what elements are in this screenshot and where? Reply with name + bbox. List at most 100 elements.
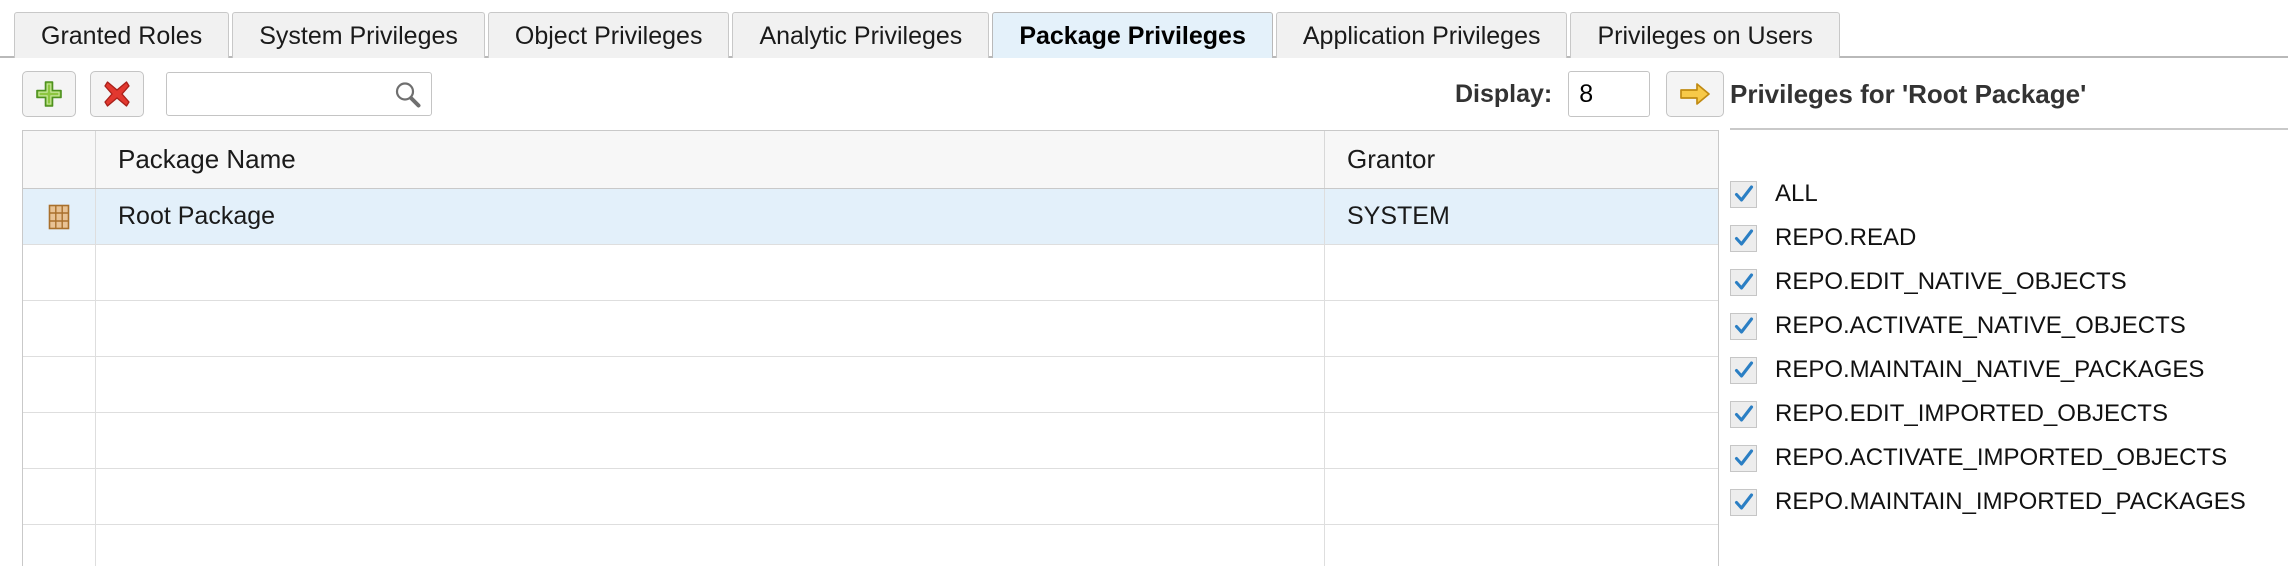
delete-x-icon bbox=[104, 81, 130, 107]
grid-header-row: Package Name Grantor bbox=[23, 131, 1718, 189]
tab-object-privileges[interactable]: Object Privileges bbox=[487, 12, 730, 58]
add-package-button[interactable] bbox=[22, 71, 76, 117]
tab-label: Privileges on Users bbox=[1597, 22, 1813, 50]
privilege-checkbox[interactable] bbox=[1730, 180, 1757, 208]
list-item[interactable]: REPO.EDIT_IMPORTED_OBJECTS bbox=[1730, 392, 2288, 436]
privileges-panel-title: Privileges for 'Root Package' bbox=[1730, 58, 2288, 130]
table-row[interactable] bbox=[23, 525, 1718, 566]
checkmark-icon bbox=[1734, 229, 1753, 246]
tab-granted-roles[interactable]: Granted Roles bbox=[14, 12, 230, 58]
column-header-package-name[interactable]: Package Name bbox=[96, 131, 1325, 188]
table-row[interactable] bbox=[23, 357, 1718, 413]
grantor-cell: SYSTEM bbox=[1325, 189, 1718, 244]
column-header-label: Grantor bbox=[1347, 144, 1436, 174]
list-item[interactable]: REPO.ACTIVATE_NATIVE_OBJECTS bbox=[1730, 304, 2288, 348]
tab-label: Object Privileges bbox=[514, 22, 703, 50]
checkmark-icon bbox=[1734, 449, 1753, 466]
privilege-checkbox[interactable] bbox=[1730, 400, 1757, 428]
row-icon-cell bbox=[23, 301, 96, 356]
checkmark-icon bbox=[1734, 361, 1753, 378]
tab-label: Granted Roles bbox=[41, 22, 203, 50]
checkmark-icon bbox=[1734, 273, 1753, 290]
tab-label: Analytic Privileges bbox=[759, 22, 963, 50]
privilege-checkbox[interactable] bbox=[1730, 224, 1757, 252]
tab-package-privileges[interactable]: Package Privileges bbox=[992, 12, 1273, 58]
display-count-group: Display: bbox=[1455, 58, 1725, 130]
list-item[interactable]: REPO.ACTIVATE_IMPORTED_OBJECTS bbox=[1730, 436, 2288, 480]
package-name-cell bbox=[96, 301, 1325, 356]
package-name-cell bbox=[96, 357, 1325, 412]
tab-system-privileges[interactable]: System Privileges bbox=[232, 12, 485, 58]
grantor-cell bbox=[1325, 469, 1718, 524]
package-name-text: Root Package bbox=[118, 202, 276, 230]
privilege-checkbox[interactable] bbox=[1730, 356, 1757, 384]
grantor-cell bbox=[1325, 525, 1718, 566]
package-name-cell bbox=[96, 525, 1325, 566]
package-grid: Package Name Grantor Root Package SYSTEM bbox=[22, 130, 1719, 566]
row-icon-cell bbox=[23, 469, 96, 524]
privilege-checkbox[interactable] bbox=[1730, 488, 1757, 516]
row-icon-cell bbox=[23, 413, 96, 468]
package-search-box[interactable] bbox=[166, 72, 432, 116]
privilege-label: REPO.EDIT_NATIVE_OBJECTS bbox=[1775, 268, 2127, 295]
table-row[interactable] bbox=[23, 469, 1718, 525]
arrow-right-icon bbox=[1680, 83, 1711, 105]
list-item[interactable]: REPO.EDIT_NATIVE_OBJECTS bbox=[1730, 260, 2288, 304]
tab-label: Package Privileges bbox=[1019, 22, 1246, 50]
search-input[interactable] bbox=[167, 74, 389, 114]
display-count-input[interactable] bbox=[1569, 72, 1650, 116]
grantor-cell bbox=[1325, 357, 1718, 412]
list-item[interactable]: REPO.READ bbox=[1730, 216, 2288, 260]
package-grid-icon bbox=[48, 204, 70, 229]
package-name-cell bbox=[96, 469, 1325, 524]
tab-application-privileges[interactable]: Application Privileges bbox=[1275, 12, 1568, 58]
list-item[interactable]: REPO.MAINTAIN_IMPORTED_PACKAGES bbox=[1730, 480, 2288, 524]
display-label: Display: bbox=[1455, 79, 1553, 108]
privilege-label: REPO.ACTIVATE_NATIVE_OBJECTS bbox=[1775, 312, 2186, 339]
row-icon-cell bbox=[23, 189, 96, 244]
apply-display-count-button[interactable] bbox=[1666, 71, 1725, 117]
table-row[interactable]: Root Package SYSTEM bbox=[23, 189, 1718, 245]
plus-icon bbox=[36, 81, 62, 107]
table-row[interactable] bbox=[23, 413, 1718, 469]
list-item[interactable]: ALL bbox=[1730, 172, 2288, 216]
grantor-cell bbox=[1325, 301, 1718, 356]
checkmark-icon bbox=[1734, 185, 1753, 202]
list-item[interactable]: REPO.MAINTAIN_NATIVE_PACKAGES bbox=[1730, 348, 2288, 392]
search-magnifier-icon[interactable] bbox=[389, 76, 425, 112]
grantor-text: SYSTEM bbox=[1347, 202, 1450, 230]
privilege-checkbox[interactable] bbox=[1730, 268, 1757, 296]
grantor-cell bbox=[1325, 413, 1718, 468]
display-count-field[interactable] bbox=[1568, 71, 1651, 117]
delete-package-button[interactable] bbox=[90, 71, 144, 117]
column-header-grantor[interactable]: Grantor bbox=[1325, 131, 1718, 188]
checkmark-icon bbox=[1734, 405, 1753, 422]
package-name-cell bbox=[96, 245, 1325, 300]
table-row[interactable] bbox=[23, 301, 1718, 357]
privileges-checkbox-list: ALL REPO.READ REPO.EDIT_NATIVE_OBJECTS R… bbox=[1730, 130, 2288, 524]
checkmark-icon bbox=[1734, 493, 1753, 510]
tab-analytic-privileges[interactable]: Analytic Privileges bbox=[732, 12, 990, 58]
row-icon-cell bbox=[23, 245, 96, 300]
tab-privileges-on-users[interactable]: Privileges on Users bbox=[1570, 12, 1840, 58]
tab-label: Application Privileges bbox=[1302, 22, 1541, 50]
row-icon-cell bbox=[23, 357, 96, 412]
privilege-checkbox[interactable] bbox=[1730, 312, 1757, 340]
checkmark-icon bbox=[1734, 317, 1753, 334]
row-icon-cell bbox=[23, 525, 96, 566]
privilege-checkbox[interactable] bbox=[1730, 444, 1757, 472]
privilege-label: REPO.MAINTAIN_IMPORTED_PACKAGES bbox=[1775, 488, 2246, 515]
tab-label: System Privileges bbox=[259, 22, 458, 50]
privilege-tabs: Granted Roles System Privileges Object P… bbox=[0, 0, 2288, 58]
privilege-label: REPO.ACTIVATE_IMPORTED_OBJECTS bbox=[1775, 444, 2228, 471]
package-name-cell bbox=[96, 413, 1325, 468]
privilege-label: REPO.READ bbox=[1775, 224, 1917, 251]
grantor-cell bbox=[1325, 245, 1718, 300]
package-privileges-screen: Granted Roles System Privileges Object P… bbox=[0, 0, 2288, 566]
column-header-label: Package Name bbox=[118, 144, 296, 174]
privilege-label: REPO.EDIT_IMPORTED_OBJECTS bbox=[1775, 400, 2168, 427]
column-header-icon bbox=[23, 131, 96, 188]
package-name-cell: Root Package bbox=[96, 189, 1325, 244]
privileges-detail-panel: Privileges for 'Root Package' ALL REPO.R… bbox=[1730, 58, 2288, 566]
table-row[interactable] bbox=[23, 245, 1718, 301]
